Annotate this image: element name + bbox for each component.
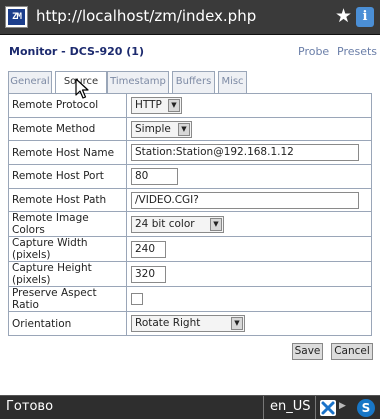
url-text[interactable]: http://localhost/zm/index.php [36, 7, 256, 25]
capture-height-label: Capture Height (pixels) [8, 261, 127, 288]
remote-host-port-label: Remote Host Port [8, 164, 127, 189]
info-icon[interactable]: i [356, 7, 374, 27]
preserve-aspect-ratio-checkbox[interactable] [131, 293, 143, 306]
tab-misc[interactable]: Misc [218, 71, 247, 93]
browser-url-bar: ZM http://localhost/zm/index.php ★ i [0, 0, 380, 35]
page-title: Monitor - DCS-920 (1) [9, 45, 144, 58]
x-tool-icon[interactable] [320, 400, 336, 416]
presets-link[interactable]: Presets [337, 45, 377, 58]
remote-image-colors-value: 24 bit color [135, 217, 195, 230]
tab-timestamp[interactable]: Timestamp [107, 71, 169, 93]
remote-image-colors-label: Remote Image Colors [8, 211, 127, 238]
dropdown-arrow-icon: ▼ [178, 122, 190, 136]
row-capture-height: Capture Height (pixels) 320 [8, 261, 372, 288]
locale-indicator[interactable]: en_US [270, 399, 311, 414]
row-remote-host-name: Remote Host Name Station:Station@192.168… [8, 140, 372, 166]
skype-icon[interactable]: S [357, 399, 375, 417]
row-remote-host-path: Remote Host Path /VIDEO.CGI? [8, 187, 372, 213]
orientation-label: Orientation [8, 311, 127, 337]
probe-link[interactable]: Probe [298, 45, 329, 58]
status-divider [315, 396, 316, 419]
dropdown-arrow-icon: ▼ [210, 217, 222, 231]
save-button[interactable]: Save [292, 343, 323, 360]
remote-host-name-input[interactable]: Station:Station@192.168.1.12 [131, 144, 359, 162]
dropdown-arrow-icon: ▼ [168, 98, 180, 112]
zm-logo-text: ZM [8, 9, 25, 25]
capture-height-input[interactable]: 320 [131, 265, 166, 283]
remote-protocol-label: Remote Protocol [8, 93, 127, 118]
status-text: Готово [6, 399, 54, 414]
preserve-aspect-ratio-label: Preserve Aspect Ratio [8, 286, 127, 313]
remote-host-name-label: Remote Host Name [8, 140, 127, 166]
remote-protocol-select[interactable]: HTTP ▼ [131, 96, 182, 114]
remote-host-path-label: Remote Host Path [8, 187, 127, 213]
remote-image-colors-select[interactable]: 24 bit color ▼ [131, 215, 224, 233]
tab-buffers[interactable]: Buffers [172, 71, 215, 93]
row-preserve-aspect-ratio: Preserve Aspect Ratio [8, 286, 372, 313]
cancel-button[interactable]: Cancel [331, 343, 373, 360]
play-arrow-icon[interactable]: ▶ [339, 401, 346, 411]
row-remote-protocol: Remote Protocol HTTP ▼ [8, 93, 372, 118]
remote-method-value: Simple [135, 122, 171, 135]
dropdown-arrow-icon: ▼ [231, 317, 243, 331]
remote-method-label: Remote Method [8, 116, 127, 142]
source-settings-table: Remote Protocol HTTP ▼ Remote Method Sim… [8, 93, 372, 337]
capture-width-label: Capture Width (pixels) [8, 236, 127, 263]
tab-general[interactable]: General [8, 71, 52, 93]
row-remote-host-port: Remote Host Port 80 [8, 164, 372, 189]
orientation-value: Rotate Right [135, 317, 201, 330]
remote-protocol-value: HTTP [135, 98, 162, 111]
remote-host-port-input[interactable]: 80 [131, 167, 178, 185]
row-capture-width: Capture Width (pixels) 240 [8, 236, 372, 263]
row-remote-method: Remote Method Simple ▼ [8, 116, 372, 142]
status-bar: Готово en_US ▶ S [0, 395, 380, 419]
row-remote-image-colors: Remote Image Colors 24 bit color ▼ [8, 211, 372, 238]
orientation-select[interactable]: Rotate Right ▼ [131, 315, 245, 333]
capture-width-input[interactable]: 240 [131, 240, 166, 258]
remote-host-path-input[interactable]: /VIDEO.CGI? [131, 191, 359, 209]
remote-method-select[interactable]: Simple ▼ [131, 120, 192, 138]
star-icon[interactable]: ★ [335, 5, 352, 27]
row-orientation: Orientation Rotate Right ▼ [8, 311, 372, 337]
mouse-cursor-icon [75, 78, 89, 99]
status-divider [263, 396, 264, 419]
zm-logo-icon: ZM [5, 6, 28, 28]
